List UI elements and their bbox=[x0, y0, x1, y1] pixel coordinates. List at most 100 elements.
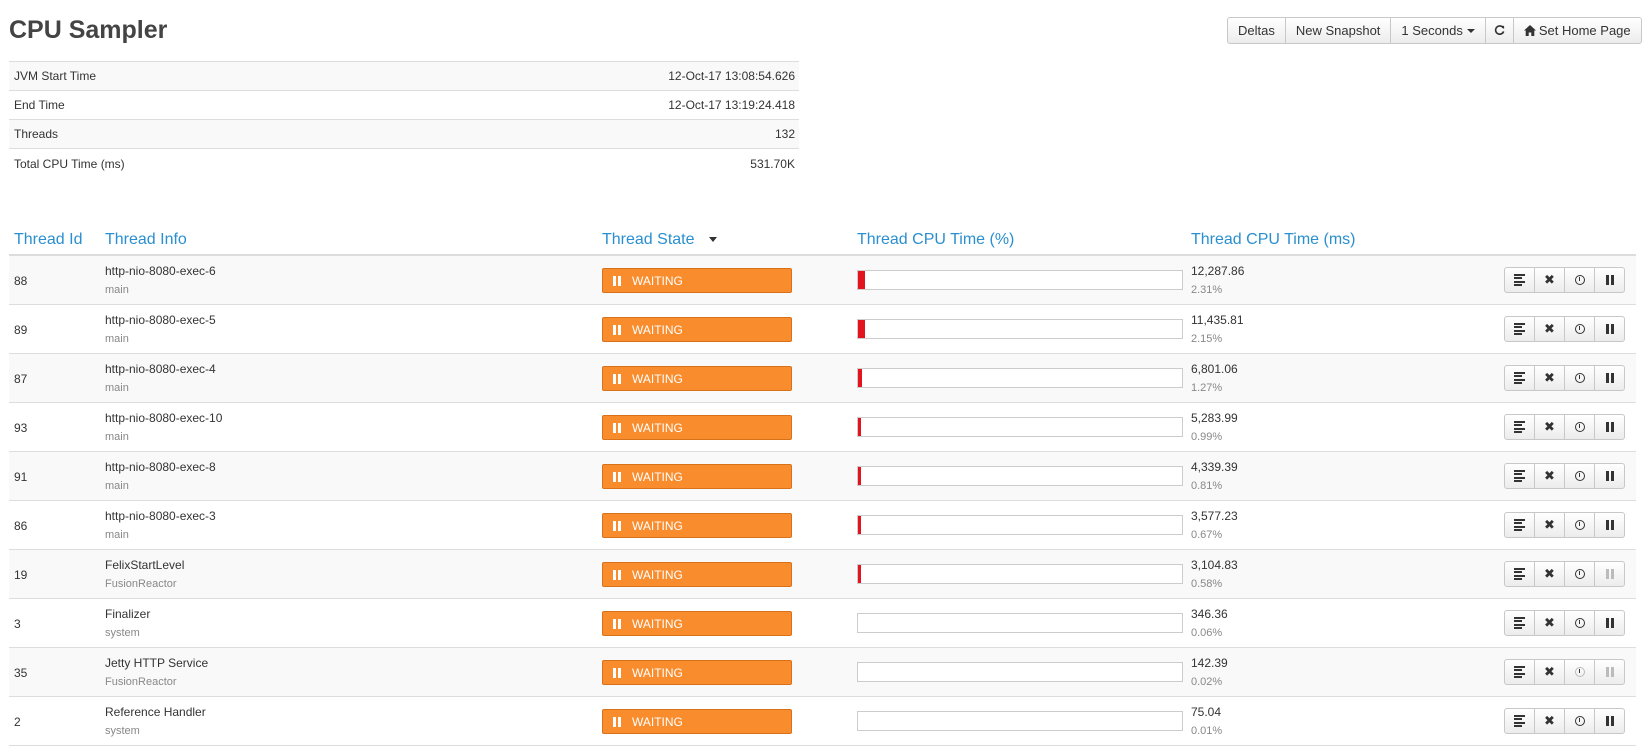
cpu-progress-fill bbox=[858, 418, 861, 436]
thread-group: system bbox=[105, 627, 140, 639]
kill-thread-button[interactable]: ✖ bbox=[1534, 267, 1565, 293]
suspend-thread-button[interactable] bbox=[1594, 659, 1625, 685]
history-button[interactable] bbox=[1564, 561, 1595, 587]
thread-actions: ✖ bbox=[1504, 708, 1625, 734]
history-button[interactable] bbox=[1564, 610, 1595, 636]
pause-icon bbox=[613, 716, 623, 727]
kill-thread-button[interactable]: ✖ bbox=[1534, 659, 1565, 685]
history-button[interactable] bbox=[1564, 414, 1595, 440]
stack-trace-button[interactable] bbox=[1504, 316, 1535, 342]
new-snapshot-button[interactable]: New Snapshot bbox=[1284, 17, 1392, 44]
caret-down-icon bbox=[1466, 28, 1475, 33]
stack-trace-button[interactable] bbox=[1504, 659, 1535, 685]
thread-id: 19 bbox=[14, 568, 28, 582]
kill-thread-button[interactable]: ✖ bbox=[1534, 512, 1565, 538]
stack-trace-button[interactable] bbox=[1504, 267, 1535, 293]
align-left-icon bbox=[1514, 468, 1525, 484]
toolbar: Deltas New Snapshot 1 Seconds Set Home P… bbox=[1227, 17, 1642, 44]
pause-icon bbox=[613, 324, 623, 335]
column-thread-info[interactable]: Thread Info bbox=[105, 231, 187, 249]
thread-state-badge[interactable]: WAITING bbox=[602, 709, 792, 734]
pause-icon bbox=[1605, 569, 1615, 579]
suspend-thread-button[interactable] bbox=[1594, 316, 1625, 342]
align-left-icon bbox=[1514, 321, 1525, 337]
stack-trace-button[interactable] bbox=[1504, 365, 1535, 391]
stack-trace-button[interactable] bbox=[1504, 610, 1535, 636]
column-thread-state-label: Thread State bbox=[602, 231, 695, 248]
pause-icon bbox=[1605, 373, 1615, 383]
stack-trace-button[interactable] bbox=[1504, 414, 1535, 440]
column-cpu-ms[interactable]: Thread CPU Time (ms) bbox=[1191, 231, 1355, 249]
history-button[interactable] bbox=[1564, 267, 1595, 293]
cpu-progress-bar bbox=[857, 417, 1183, 437]
stack-trace-button[interactable] bbox=[1504, 708, 1535, 734]
suspend-thread-button[interactable] bbox=[1594, 365, 1625, 391]
suspend-thread-button[interactable] bbox=[1594, 512, 1625, 538]
thread-name: http-nio-8080-exec-5 bbox=[105, 313, 216, 327]
summary-row: End Time 12-Oct-17 13:19:24.418 bbox=[9, 91, 799, 120]
thread-name: http-nio-8080-exec-6 bbox=[105, 264, 216, 278]
kill-thread-button[interactable]: ✖ bbox=[1534, 365, 1565, 391]
suspend-thread-button[interactable] bbox=[1594, 610, 1625, 636]
suspend-thread-button[interactable] bbox=[1594, 267, 1625, 293]
thread-state-badge[interactable]: WAITING bbox=[602, 611, 792, 636]
refresh-button[interactable] bbox=[1484, 17, 1514, 44]
thread-state-badge[interactable]: WAITING bbox=[602, 660, 792, 685]
interval-dropdown[interactable]: 1 Seconds bbox=[1390, 17, 1486, 44]
pause-icon bbox=[613, 471, 623, 482]
pause-icon bbox=[613, 275, 623, 286]
history-button[interactable] bbox=[1564, 463, 1595, 489]
thread-actions: ✖ bbox=[1504, 659, 1625, 685]
thread-state-badge[interactable]: WAITING bbox=[602, 317, 792, 342]
cpu-progress-bar bbox=[857, 613, 1183, 633]
clock-icon bbox=[1574, 618, 1585, 628]
history-button[interactable] bbox=[1564, 512, 1595, 538]
history-button[interactable] bbox=[1564, 708, 1595, 734]
history-button[interactable] bbox=[1564, 316, 1595, 342]
history-button[interactable] bbox=[1564, 365, 1595, 391]
pause-icon bbox=[613, 422, 623, 433]
thread-name: Finalizer bbox=[105, 607, 151, 621]
pause-icon bbox=[1605, 324, 1615, 334]
align-left-icon bbox=[1514, 615, 1525, 631]
deltas-button[interactable]: Deltas bbox=[1227, 17, 1286, 44]
thread-id: 86 bbox=[14, 519, 28, 533]
summary-value: 531.70K bbox=[750, 156, 795, 171]
kill-thread-button[interactable]: ✖ bbox=[1534, 610, 1565, 636]
column-thread-state[interactable]: Thread State bbox=[602, 231, 717, 249]
thread-id: 2 bbox=[14, 715, 21, 729]
history-button[interactable] bbox=[1564, 659, 1595, 685]
column-thread-id[interactable]: Thread Id bbox=[14, 231, 82, 249]
thread-group: FusionReactor bbox=[105, 676, 177, 688]
suspend-thread-button[interactable] bbox=[1594, 561, 1625, 587]
kill-thread-button[interactable]: ✖ bbox=[1534, 463, 1565, 489]
suspend-thread-button[interactable] bbox=[1594, 463, 1625, 489]
align-left-icon bbox=[1514, 664, 1525, 680]
set-home-page-button[interactable]: Set Home Page bbox=[1512, 17, 1642, 44]
table-row: 2 Reference Handler system WAITING 75.04 0.01… bbox=[9, 697, 1636, 746]
thread-cpu-ms: 6,801.06 bbox=[1191, 362, 1238, 376]
thread-state-badge[interactable]: WAITING bbox=[602, 562, 792, 587]
thread-group: main bbox=[105, 382, 129, 394]
stack-trace-button[interactable] bbox=[1504, 512, 1535, 538]
column-cpu-pct[interactable]: Thread CPU Time (%) bbox=[857, 231, 1014, 249]
thread-state-badge[interactable]: WAITING bbox=[602, 366, 792, 391]
suspend-thread-button[interactable] bbox=[1594, 708, 1625, 734]
thread-state-badge[interactable]: WAITING bbox=[602, 464, 792, 489]
kill-thread-button[interactable]: ✖ bbox=[1534, 708, 1565, 734]
thread-state-label: WAITING bbox=[632, 322, 683, 337]
thread-cpu-ms: 142.39 bbox=[1191, 656, 1228, 670]
thread-id: 3 bbox=[14, 617, 21, 631]
kill-thread-button[interactable]: ✖ bbox=[1534, 561, 1565, 587]
stack-trace-button[interactable] bbox=[1504, 561, 1535, 587]
kill-thread-button[interactable]: ✖ bbox=[1534, 414, 1565, 440]
clock-icon bbox=[1574, 569, 1585, 579]
stack-trace-button[interactable] bbox=[1504, 463, 1535, 489]
thread-state-badge[interactable]: WAITING bbox=[602, 268, 792, 293]
kill-thread-button[interactable]: ✖ bbox=[1534, 316, 1565, 342]
cpu-progress-fill bbox=[858, 369, 862, 387]
thread-actions: ✖ bbox=[1504, 463, 1625, 489]
thread-state-badge[interactable]: WAITING bbox=[602, 513, 792, 538]
thread-state-badge[interactable]: WAITING bbox=[602, 415, 792, 440]
suspend-thread-button[interactable] bbox=[1594, 414, 1625, 440]
